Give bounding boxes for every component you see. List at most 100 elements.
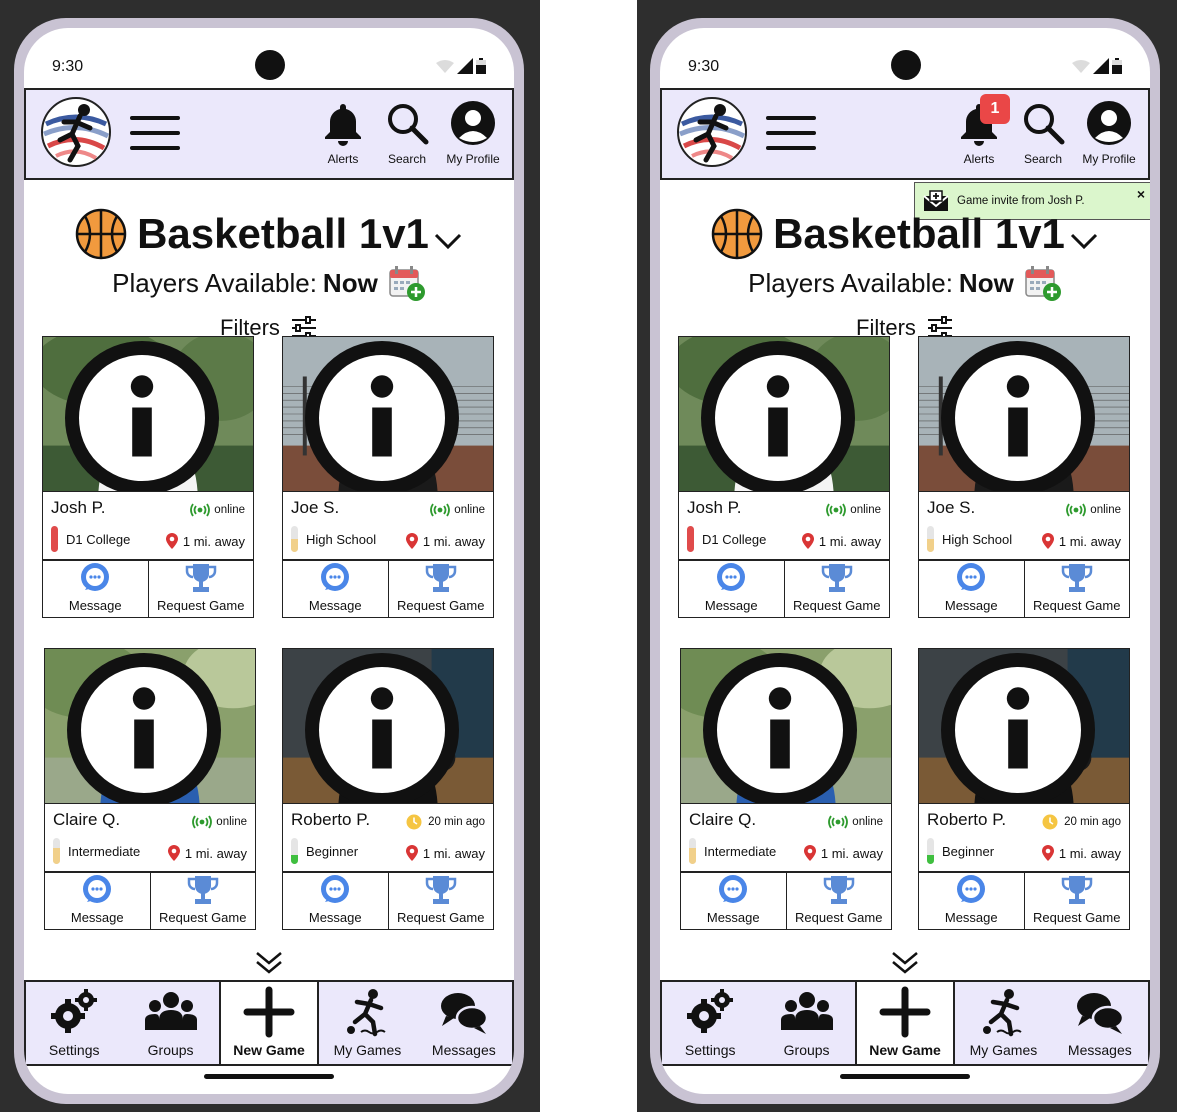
request-game-button[interactable]: Request Game	[387, 561, 494, 617]
clock-icon	[406, 814, 422, 830]
player-photo[interactable]	[44, 648, 256, 804]
player-level: Intermediate	[689, 838, 776, 864]
player-photo[interactable]	[42, 336, 254, 492]
player-photo[interactable]	[282, 648, 494, 804]
player-photo[interactable]	[282, 336, 494, 492]
info-icon[interactable]	[918, 653, 1123, 804]
player-card[interactable]: Joe S. online High School 1 mi. away Mes…	[918, 336, 1130, 618]
availability-selector[interactable]: Players Available: Now	[24, 264, 514, 302]
home-indicator[interactable]	[204, 1074, 334, 1079]
info-icon[interactable]	[42, 341, 247, 492]
player-photo[interactable]	[680, 648, 892, 804]
player-actions: Message Request Game	[282, 872, 494, 930]
calendar-add-icon[interactable]	[388, 264, 426, 302]
profile-icon	[1087, 101, 1131, 145]
skill-level-bar	[687, 526, 694, 552]
nav-my-games[interactable]: My Games	[955, 982, 1051, 1064]
nav-my-games[interactable]: My Games	[319, 982, 415, 1064]
alerts-button[interactable]: Alerts	[314, 100, 372, 166]
nav-settings[interactable]: Settings	[26, 982, 122, 1064]
request-game-button[interactable]: Request Game	[149, 873, 256, 929]
request-game-button[interactable]: Request Game	[147, 561, 254, 617]
online-icon	[826, 503, 847, 517]
nav-my-games-label: My Games	[969, 1042, 1038, 1058]
player-level-text: Intermediate	[68, 843, 141, 859]
message-button[interactable]: Message	[919, 561, 1024, 617]
double-chevron-down-icon[interactable]	[890, 950, 920, 976]
nav-groups[interactable]: Groups	[758, 982, 854, 1064]
player-level: Beginner	[291, 838, 358, 864]
request-game-button[interactable]: Request Game	[1023, 561, 1130, 617]
home-indicator[interactable]	[840, 1074, 970, 1079]
front-camera	[891, 50, 921, 80]
chevron-down-icon	[1070, 233, 1097, 250]
message-button[interactable]: Message	[919, 873, 1024, 929]
chat-bubbles-icon	[1076, 993, 1125, 1034]
player-card[interactable]: Joe S. online High School 1 mi. away Mes…	[282, 336, 494, 618]
nav-new-game[interactable]: New Game	[218, 982, 320, 1064]
nav-settings[interactable]: Settings	[662, 982, 758, 1064]
info-icon[interactable]	[678, 341, 883, 492]
app-logo-icon[interactable]	[40, 96, 112, 168]
player-card[interactable]: Claire Q. online Intermediate 1 mi. away	[44, 648, 256, 930]
info-icon[interactable]	[680, 653, 885, 804]
player-status: online	[1066, 502, 1121, 518]
front-camera	[255, 50, 285, 80]
request-game-button[interactable]: Request Game	[387, 873, 494, 929]
info-icon[interactable]	[282, 341, 487, 492]
nav-messages[interactable]: Messages	[416, 982, 512, 1064]
online-icon	[430, 503, 451, 517]
notification-text: Game invite from Josh P.	[957, 195, 1085, 207]
request-game-button[interactable]: Request Game	[1023, 873, 1130, 929]
nav-new-game[interactable]: New Game	[854, 982, 956, 1064]
double-chevron-down-icon[interactable]	[254, 950, 284, 976]
player-photo[interactable]	[918, 648, 1130, 804]
player-card[interactable]: Roberto P. 20 min ago Beginner 1 mi. awa…	[918, 648, 1130, 930]
search-button[interactable]: Search	[1014, 100, 1072, 166]
player-photo[interactable]	[918, 336, 1130, 492]
availability-selector[interactable]: Players Available: Now	[660, 264, 1150, 302]
player-card[interactable]: Josh P. online D1 College 1 mi. away Mes…	[678, 336, 890, 618]
menu-button[interactable]	[766, 116, 816, 150]
message-button[interactable]: Message	[283, 561, 388, 617]
notification-close-button[interactable]: ×	[1137, 186, 1145, 202]
profile-button[interactable]: My Profile	[1078, 100, 1140, 166]
message-button[interactable]: Message	[681, 873, 786, 929]
info-icon[interactable]	[918, 341, 1123, 492]
alerts-button[interactable]: 1 Alerts	[950, 94, 1010, 166]
player-card[interactable]: Josh P. online D1 College 1 mi. away Mes…	[42, 336, 254, 618]
player-card[interactable]: Roberto P. 20 min ago Beginner 1 mi. awa…	[282, 648, 494, 930]
player-distance-text: 1 mi. away	[182, 533, 245, 549]
player-photo[interactable]	[678, 336, 890, 492]
info-icon[interactable]	[282, 653, 487, 804]
status-bar: 9:30	[660, 28, 1150, 88]
message-button[interactable]: Message	[43, 561, 148, 617]
message-button[interactable]: Message	[283, 873, 388, 929]
request-game-button[interactable]: Request Game	[783, 561, 890, 617]
app-header: Alerts Search My Profile	[24, 88, 514, 180]
player-name: Claire Q.	[689, 810, 757, 829]
player-actions: Message Request Game	[918, 872, 1130, 930]
search-icon	[388, 104, 429, 145]
nav-groups[interactable]: Groups	[122, 982, 218, 1064]
message-button[interactable]: Message	[679, 561, 784, 617]
profile-button[interactable]: My Profile	[442, 100, 504, 166]
player-actions: Message Request Game	[282, 560, 494, 618]
skill-level-bar	[53, 838, 60, 864]
player-card[interactable]: Claire Q. online Intermediate 1 mi. away	[680, 648, 892, 930]
menu-button[interactable]	[130, 116, 180, 150]
message-button[interactable]: Message	[45, 873, 150, 929]
calendar-add-icon[interactable]	[1024, 264, 1062, 302]
info-icon[interactable]	[44, 653, 249, 804]
sport-selector[interactable]: Basketball 1v1	[660, 208, 1150, 260]
player-status: online	[828, 814, 883, 830]
chat-bubbles-icon	[440, 993, 489, 1034]
map-pin-icon	[1041, 533, 1054, 549]
search-button[interactable]: Search	[378, 100, 436, 166]
request-game-button[interactable]: Request Game	[785, 873, 892, 929]
sport-selector[interactable]: Basketball 1v1	[24, 208, 514, 260]
nav-messages[interactable]: Messages	[1052, 982, 1148, 1064]
player-status: 20 min ago	[404, 814, 485, 830]
map-pin-icon	[1041, 845, 1054, 861]
app-logo-icon[interactable]	[676, 96, 748, 168]
